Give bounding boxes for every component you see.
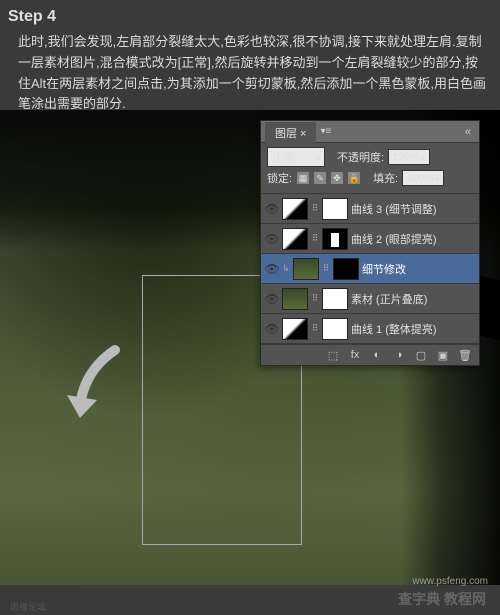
blend-mode-value: 正常 [272, 149, 294, 165]
layer-name[interactable]: 曲线 2 (眼部提亮) [351, 231, 437, 247]
lock-pixels-icon[interactable]: ✎ [313, 171, 327, 185]
new-layer-icon[interactable]: ▣ [435, 348, 451, 362]
layer-row[interactable]: 👁↳ ⠿ 细节修改 [261, 254, 479, 284]
layer-thumbnail[interactable] [282, 318, 308, 340]
link-icon: ⠿ [311, 293, 319, 304]
blend-mode-select[interactable]: 正常 ▾ [267, 147, 325, 167]
layer-thumbnail[interactable] [282, 288, 308, 310]
visibility-eye-icon[interactable]: 👁 [265, 322, 279, 336]
lock-transparency-icon[interactable]: ▦ [296, 171, 310, 185]
footer-url: www.psfeng.com [412, 576, 488, 587]
opacity-input[interactable]: 100%▸ [388, 149, 430, 165]
mask-thumbnail[interactable] [322, 318, 348, 340]
layer-thumbnail[interactable] [282, 228, 308, 250]
link-layers-icon[interactable]: ⬚ [325, 348, 341, 362]
panel-controls: 正常▾ 不透明度: 100%▸ 锁定: ▦ ✎ ✥ 🔒 填充: 100%▸ [261, 143, 479, 194]
arrow-annotation [55, 340, 135, 440]
footer-left: 思缘论坛 [10, 600, 46, 613]
mask-thumbnail[interactable] [322, 198, 348, 220]
adjustment-icon[interactable]: ◑ [391, 348, 407, 362]
fill-input[interactable]: 100%▸ [402, 170, 444, 186]
panel-header: 图层 × ▾≡ « [261, 121, 479, 143]
opacity-label: 不透明度: [337, 149, 384, 165]
panel-tab-layers[interactable]: 图层 × [265, 121, 316, 144]
fill-label: 填充: [373, 170, 398, 186]
panel-minimize-icon[interactable]: « [461, 126, 475, 138]
group-icon[interactable]: ▢ [413, 348, 429, 362]
link-icon: ⠿ [311, 323, 319, 334]
layer-row[interactable]: 👁 ⠿ 曲线 2 (眼部提亮) [261, 224, 479, 254]
layer-thumbnail[interactable] [293, 258, 319, 280]
step-label: Step 4 [8, 8, 56, 26]
delete-icon[interactable]: 🗑 [457, 348, 473, 362]
link-icon: ⠿ [311, 233, 319, 244]
clip-indicator-icon: ↳ [282, 263, 290, 274]
chevron-right-icon: ▸ [436, 174, 440, 183]
mask-thumbnail[interactable] [333, 258, 359, 280]
layer-name[interactable]: 曲线 3 (细节调整) [351, 201, 437, 217]
fx-icon[interactable]: fx [347, 348, 363, 362]
link-icon: ⠿ [311, 203, 319, 214]
visibility-eye-icon[interactable]: 👁 [265, 262, 279, 276]
visibility-eye-icon[interactable]: 👁 [265, 202, 279, 216]
mask-thumbnail[interactable] [322, 228, 348, 250]
mask-icon[interactable]: ◐ [369, 348, 385, 362]
layer-row[interactable]: 👁 ⠿ 素材 (正片叠底) [261, 284, 479, 314]
chevron-down-icon: ▾ [316, 153, 320, 162]
lock-label: 锁定: [267, 170, 292, 186]
link-icon: ⠿ [322, 263, 330, 274]
layer-thumbnail[interactable] [282, 198, 308, 220]
watermark: 查字典 教程网 [398, 589, 486, 609]
lock-all-icon[interactable]: 🔒 [347, 171, 361, 185]
layer-name[interactable]: 细节修改 [362, 261, 406, 277]
layers-list: 👁⠿曲线 3 (细节调整)👁⠿曲线 2 (眼部提亮)👁↳⠿细节修改👁⠿素材 (正… [261, 194, 479, 344]
mask-thumbnail[interactable] [322, 288, 348, 310]
panel-menu-icon[interactable]: ▾≡ [316, 126, 335, 137]
panel-footer: ⬚ fx ◐ ◑ ▢ ▣ 🗑 [261, 344, 479, 365]
layer-name[interactable]: 素材 (正片叠底) [351, 291, 427, 307]
visibility-eye-icon[interactable]: 👁 [265, 292, 279, 306]
layer-name[interactable]: 曲线 1 (整体提亮) [351, 321, 437, 337]
layers-panel: 图层 × ▾≡ « 正常▾ 不透明度: 100%▸ 锁定: ▦ ✎ ✥ [260, 120, 480, 366]
layer-row[interactable]: 👁 ⠿ 曲线 1 (整体提亮) [261, 314, 479, 344]
lock-icons: ▦ ✎ ✥ 🔒 [296, 171, 361, 185]
instructions-text: 此时,我们会发现,左肩部分裂缝太大,色彩也较深,很不协调,接下来就处理左肩.复制… [18, 32, 490, 115]
opacity-value: 100% [392, 151, 420, 163]
layer-row[interactable]: 👁 ⠿ 曲线 3 (细节调整) [261, 194, 479, 224]
fill-value: 100% [406, 172, 434, 184]
lock-position-icon[interactable]: ✥ [330, 171, 344, 185]
chevron-right-icon: ▸ [422, 153, 426, 162]
visibility-eye-icon[interactable]: 👁 [265, 232, 279, 246]
